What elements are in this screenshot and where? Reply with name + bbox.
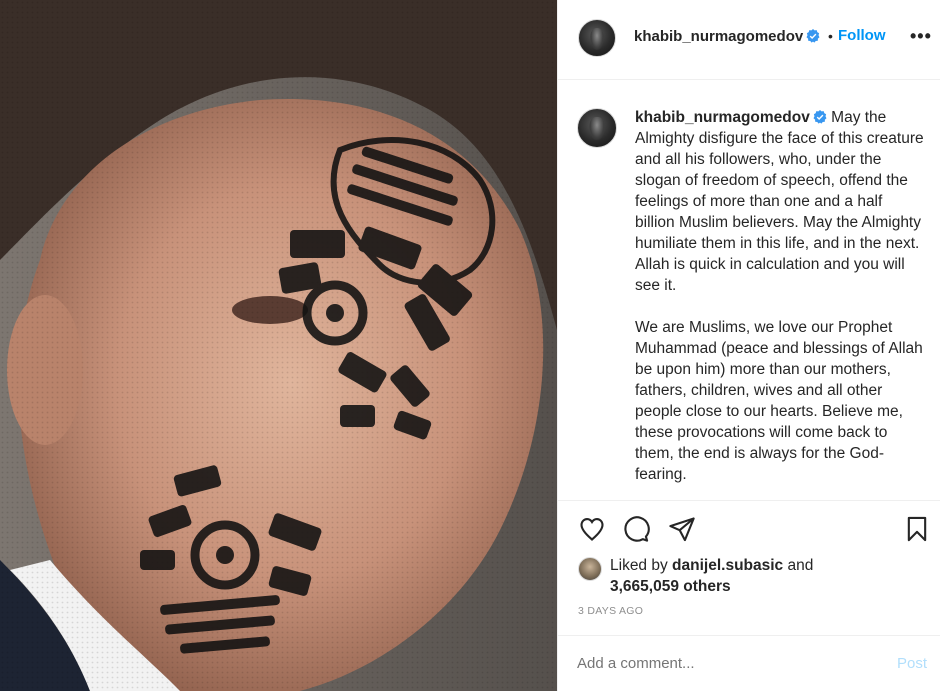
- comment-input[interactable]: [577, 655, 867, 672]
- post-photo-illustration: [0, 0, 557, 691]
- liked-by-text: Liked by danijel.subasic and 3,665,059 o…: [610, 555, 910, 597]
- post-caption: khabib_nurmagomedov May the Almighty dis…: [635, 107, 925, 499]
- likes-count-link[interactable]: 3,665,059 others: [610, 578, 731, 595]
- liked-by-prefix: Liked by: [610, 557, 668, 574]
- caption-paragraph-2: We are Muslims, we love our Prophet Muha…: [635, 319, 923, 483]
- post-actions: Liked by danijel.subasic and 3,665,059 o…: [558, 500, 940, 635]
- author-username-link[interactable]: khabib_nurmagomedov: [634, 28, 820, 45]
- liked-by-suffix: and: [787, 557, 814, 574]
- caption-paragraph-1: khabib_nurmagomedov May the Almighty dis…: [635, 107, 925, 296]
- verified-badge-icon: [806, 29, 820, 43]
- post-header: khabib_nurmagomedov • Follow •••: [558, 0, 940, 80]
- heart-icon[interactable]: [578, 515, 606, 543]
- verified-badge-icon: [813, 110, 827, 124]
- post-timestamp[interactable]: 3 DAYS AGO: [578, 605, 643, 617]
- liker-avatar[interactable]: [578, 557, 602, 581]
- comment-bar: Post: [558, 635, 940, 691]
- author-avatar[interactable]: [578, 19, 616, 57]
- post-comment-button[interactable]: Post: [897, 655, 927, 672]
- caption-section: khabib_nurmagomedov May the Almighty dis…: [558, 81, 940, 499]
- paper-plane-icon[interactable]: [668, 515, 696, 543]
- separator-dot: •: [828, 28, 833, 44]
- post-sidebar: khabib_nurmagomedov • Follow ••• khabib_…: [557, 0, 940, 691]
- liked-by-user-link[interactable]: danijel.subasic: [672, 557, 783, 574]
- caption-author-avatar[interactable]: [577, 108, 617, 148]
- caption-text-1: May the Almighty disfigure the face of t…: [635, 109, 924, 294]
- post-image[interactable]: [0, 0, 557, 691]
- bookmark-icon[interactable]: [903, 515, 931, 543]
- follow-button[interactable]: Follow: [838, 27, 886, 44]
- comment-bubble-icon[interactable]: [622, 515, 650, 543]
- more-options-icon[interactable]: •••: [910, 26, 932, 47]
- author-username[interactable]: khabib_nurmagomedov: [634, 28, 803, 45]
- caption-author-username[interactable]: khabib_nurmagomedov: [635, 109, 810, 126]
